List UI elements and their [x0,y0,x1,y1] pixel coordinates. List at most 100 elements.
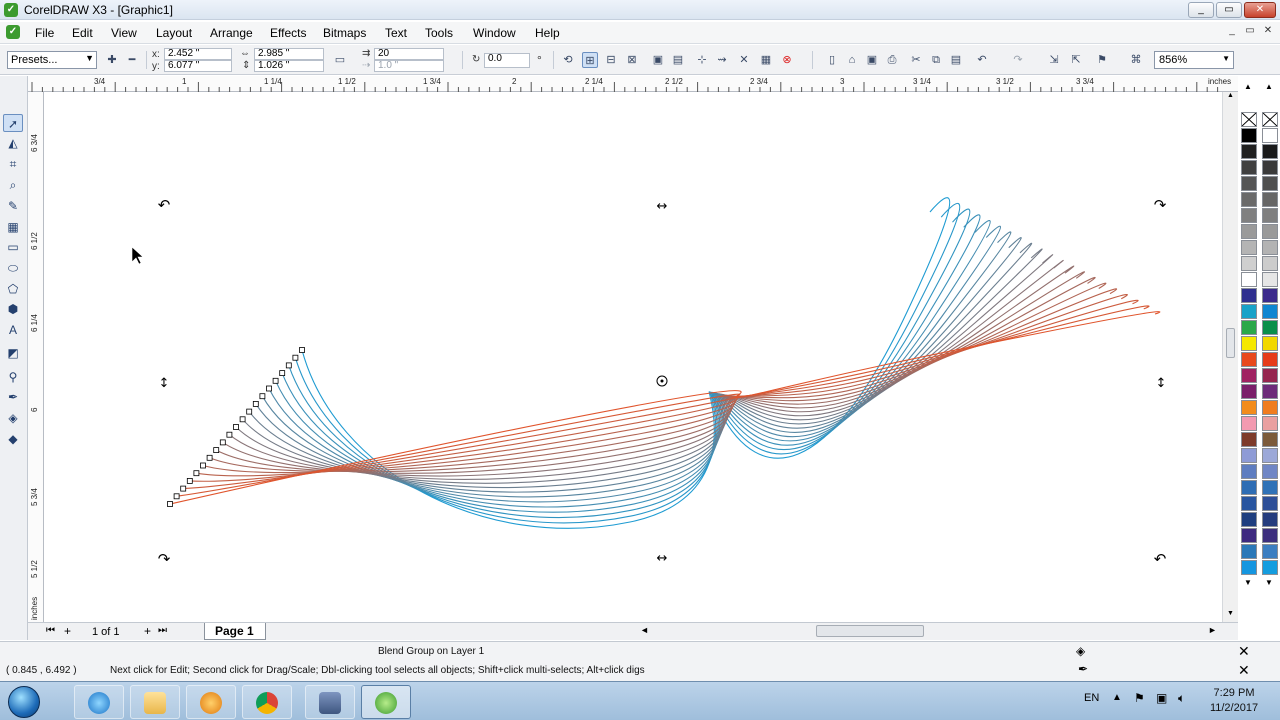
copy-blend-properties-icon[interactable]: ▦ [758,52,774,68]
polygon-tool-icon[interactable]: ⬠ [3,280,23,298]
new-document-icon[interactable]: ▯ [824,52,840,68]
system-clock[interactable]: 7:29 PM 11/2/2017 [1202,686,1266,716]
vertical-scroll-thumb[interactable] [1226,328,1235,358]
no-fill-swatch[interactable] [1262,112,1278,127]
color-swatch[interactable] [1262,208,1278,223]
color-swatch[interactable] [1241,368,1257,383]
color-swatch[interactable] [1241,464,1257,479]
tab-page-1[interactable]: Page 1 [204,623,266,640]
start-end-properties-icon[interactable]: ⊹ [694,52,710,68]
color-swatch[interactable] [1262,352,1278,367]
x-position-field[interactable]: 2.452 " [164,48,232,60]
minimize-button[interactable]: _ [1188,2,1214,18]
remove-preset-icon[interactable]: ━ [124,52,140,68]
rotate-handle-top-left[interactable]: ↶ [158,196,171,214]
color-swatch[interactable] [1241,560,1257,575]
fill-indicator-icon[interactable]: ◈ [1076,644,1085,658]
menu-arrange[interactable]: Arrange [210,26,253,40]
blend-properties-icon[interactable]: ▤ [670,52,686,68]
skew-handle-bottom[interactable]: ↔ [657,551,668,566]
palette-down-icon[interactable]: ▼ [1265,578,1273,587]
rotate-handle-bottom-left[interactable]: ↷ [158,550,171,568]
blend-group[interactable]: ↶ ↔ ↷ ↕ ↕ ↷ ↔ ↶ [45,92,1238,622]
skew-handle-right[interactable]: ↕ [1156,376,1167,391]
scroll-left-icon[interactable]: ◄ [640,625,649,635]
color-swatch[interactable] [1241,544,1257,559]
fill-tool-icon[interactable]: ◈ [3,409,23,427]
color-swatch[interactable] [1262,144,1278,159]
blend-offset-field[interactable]: 1.0 " [374,60,444,72]
height-field[interactable]: 1.026 " [254,60,324,72]
color-swatch[interactable] [1262,400,1278,415]
paste-icon[interactable]: ▤ [948,52,964,68]
menu-tools[interactable]: Tools [425,26,453,40]
color-swatch[interactable] [1262,288,1278,303]
color-swatch[interactable] [1241,480,1257,495]
no-fill-swatch[interactable] [1241,112,1257,127]
color-swatch[interactable] [1241,272,1257,287]
palette-up-icon[interactable]: ▲ [1265,82,1273,91]
horizontal-ruler[interactable]: 3/4 1 1 1/4 1 1/2 1 3/4 2 2 1/4 2 1/2 2 … [28,76,1238,92]
color-swatch[interactable] [1241,512,1257,527]
blend-steps-field[interactable]: 20 [374,48,444,60]
print-icon[interactable]: ⎙ [884,52,900,68]
color-swatch[interactable] [1262,336,1278,351]
direct-blend-icon[interactable]: ⊞ [582,52,598,68]
color-swatch[interactable] [1262,160,1278,175]
action-center-flag-icon[interactable]: ⚑ [1134,691,1145,705]
color-swatch[interactable] [1241,400,1257,415]
show-hidden-icons-icon[interactable]: ▲ [1112,692,1122,703]
zoom-tool-icon[interactable]: ⌕ [3,176,23,194]
taskbar-media-player[interactable] [186,685,236,719]
close-button[interactable]: ✕ [1244,2,1276,18]
scroll-right-icon[interactable]: ► [1208,625,1217,635]
color-swatch[interactable] [1262,128,1278,143]
palette-up-icon[interactable]: ▲ [1244,82,1252,91]
color-swatch[interactable] [1262,448,1278,463]
interactive-blend-tool-icon[interactable]: ◩ [3,344,23,362]
color-swatch[interactable] [1262,560,1278,575]
y-position-field[interactable]: 6.077 " [164,60,232,72]
menu-bitmaps[interactable]: Bitmaps [323,26,366,40]
color-swatch[interactable] [1262,512,1278,527]
ellipse-tool-icon[interactable]: ⬭ [3,259,23,277]
rotate-handle-top-right[interactable]: ↷ [1154,196,1167,214]
add-preset-icon[interactable]: ✚ [104,52,120,68]
color-swatch[interactable] [1241,496,1257,511]
color-swatch[interactable] [1262,464,1278,479]
vertical-scrollbar[interactable]: ▲ ▼ [1222,92,1238,622]
save-icon[interactable]: ▣ [864,52,880,68]
color-swatch[interactable] [1262,224,1278,239]
color-swatch[interactable] [1241,208,1257,223]
doc-restore-button[interactable]: ▭ [1242,25,1258,39]
doc-minimize-button[interactable]: _ [1224,25,1240,39]
color-swatch[interactable] [1262,416,1278,431]
cut-icon[interactable]: ✂ [908,52,924,68]
color-swatch[interactable] [1262,528,1278,543]
clear-blend-icon[interactable]: ⊗ [779,52,795,68]
scale-lock-icon[interactable]: ▭ [332,52,348,68]
width-field[interactable]: 2.985 " [254,48,324,60]
undo-icon[interactable]: ↶ [974,52,990,68]
maximize-button[interactable]: ▭ [1216,2,1242,18]
color-swatch[interactable] [1262,368,1278,383]
color-swatch[interactable] [1262,240,1278,255]
color-swatch[interactable] [1241,448,1257,463]
menu-file[interactable]: File [35,26,54,40]
menu-help[interactable]: Help [535,26,560,40]
counterclockwise-blend-icon[interactable]: ⊠ [624,52,640,68]
color-swatch[interactable] [1241,528,1257,543]
copy-icon[interactable]: ⧉ [928,52,944,68]
color-swatch[interactable] [1262,432,1278,447]
export-icon[interactable]: ⇱ [1068,52,1084,68]
import-icon[interactable]: ⇲ [1046,52,1062,68]
pick-tool-icon[interactable]: ➚ [3,114,23,132]
rectangle-tool-icon[interactable]: ▭ [3,238,23,256]
color-swatch[interactable] [1241,384,1257,399]
application-launcher-icon[interactable]: ⚑ [1094,52,1110,68]
clockwise-blend-icon[interactable]: ⊟ [603,52,619,68]
color-swatch[interactable] [1241,320,1257,335]
first-page-icon[interactable]: ⏮ [46,625,55,636]
palette-down-icon[interactable]: ▼ [1244,578,1252,587]
open-icon[interactable]: ⌂ [844,52,860,68]
